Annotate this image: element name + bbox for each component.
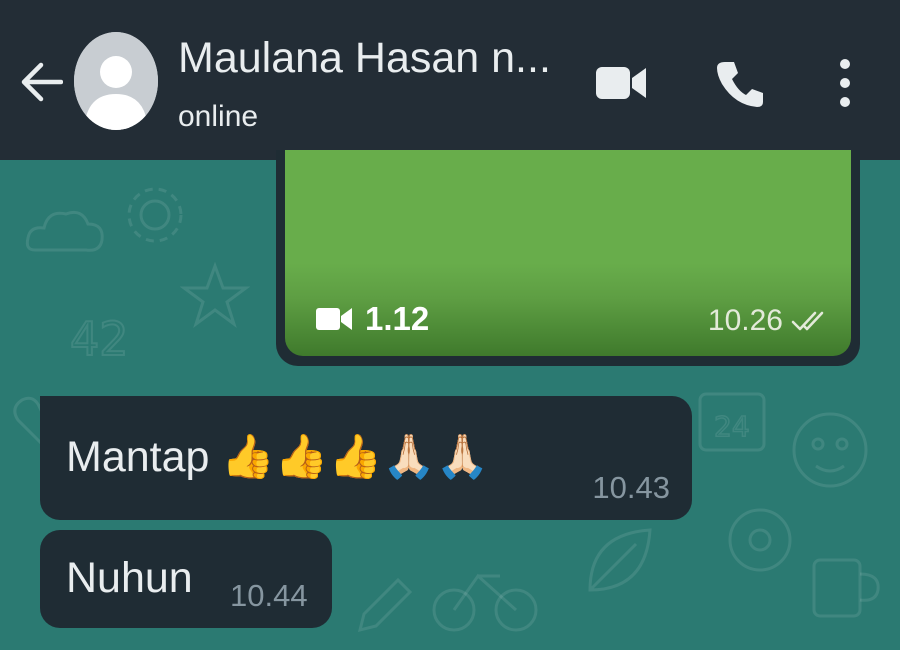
video-duration-text: 1.12 [365,300,430,337]
double-check-icon [791,311,824,331]
back-button[interactable] [16,55,66,109]
phone-call-icon [717,62,763,107]
doodle-leaf-icon [588,528,652,592]
message-text: Nuhun [66,554,193,602]
doodle-pencil-icon [357,577,413,633]
message-timestamp: 10.26 [707,304,783,337]
video-thumbnail[interactable]: 1.12 10.26 [285,150,851,356]
message-timestamp: 10.44 [230,578,308,613]
doodle-calendar-icon: 24 [698,392,766,452]
doodle-star-icon [180,261,250,328]
doodle-donut-icon [728,508,792,572]
more-options-icon [840,59,850,107]
video-call-button[interactable] [590,58,652,108]
contact-status: online [178,100,259,133]
message-text: Mantap 👍👍👍🙏🏻🙏🏻 [66,433,490,481]
doodle-bicycle-icon [432,573,538,632]
chat-header: Maulana Hasan n... online [0,0,900,160]
incoming-message-bubble[interactable]: Mantap 👍👍👍🙏🏻🙏🏻 10.43 [40,396,692,520]
back-arrow-icon [21,62,63,102]
svg-text:42: 42 [70,312,129,366]
doodle-monkey-icon [792,412,868,488]
svg-text:24: 24 [714,410,750,443]
contact-name[interactable]: Maulana Hasan n... [178,34,573,83]
avatar-placeholder-icon [74,32,158,130]
doodle-cloud-icon [25,210,104,252]
video-message-bubble[interactable]: 1.12 10.26 [276,150,860,366]
video-call-icon [596,67,646,99]
voice-call-button[interactable] [710,55,770,113]
video-duration: 1.12 [315,300,429,338]
video-message-meta: 10.26 [708,304,831,338]
doodle-gear-icon [127,187,183,243]
doodle-number-icon: 42 [69,311,130,367]
video-camera-icon [316,308,352,330]
message-timestamp: 10.43 [592,470,670,505]
incoming-message-bubble[interactable]: Nuhun 10.44 [40,530,332,628]
contact-avatar[interactable] [74,32,158,130]
doodle-cup-icon [812,558,880,618]
more-options-button[interactable] [826,55,864,111]
